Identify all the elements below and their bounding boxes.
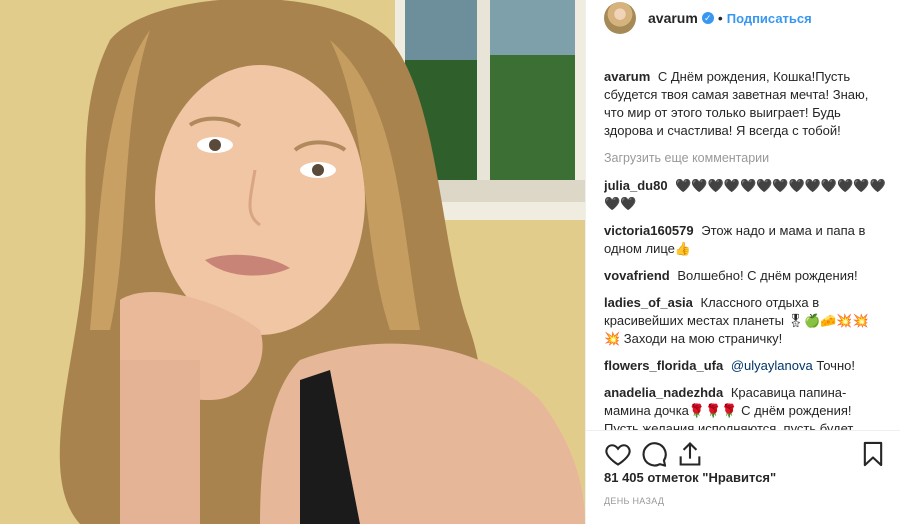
comment-username[interactable]: julia_du80 <box>604 178 668 193</box>
comment-item: flowers_florida_ufa @ulyaylanova Точно! <box>604 357 887 375</box>
share-icon[interactable] <box>676 440 704 468</box>
comment-text: Волшебно! С днём рождения! <box>677 268 858 283</box>
comment-username[interactable]: victoria160579 <box>604 223 694 238</box>
comment-item: anadelia_nadezhda Красавица папина-мамин… <box>604 384 887 430</box>
caption-username[interactable]: avarum <box>604 69 650 84</box>
caption: avarum С Днём рождения, Кошка!Пусть сбуд… <box>604 68 887 140</box>
likes-count[interactable]: 81 405 отметок "Нравится" <box>604 470 776 485</box>
comment-username[interactable]: ladies_of_asia <box>604 295 693 310</box>
comment-item: vovafriend Волшебно! С днём рождения! <box>604 267 887 285</box>
action-bar <box>604 438 889 470</box>
comment-username[interactable]: anadelia_nadezhda <box>604 385 723 400</box>
comment-text: Точно! <box>816 358 855 373</box>
header-username[interactable]: avarum <box>648 10 698 26</box>
post-photo[interactable] <box>0 0 585 524</box>
comment-item: ladies_of_asia Классного отдыха в красив… <box>604 294 887 348</box>
follow-button[interactable]: Подписаться <box>727 11 812 26</box>
actions-divider <box>586 430 900 431</box>
comment-mention-link[interactable]: @ulyaylanova <box>731 358 813 373</box>
post-sidebar: avarum ✓ • Подписаться avarum С Днём рож… <box>585 0 900 524</box>
verified-icon: ✓ <box>701 12 714 24</box>
comment-item: victoria160579 Этож надо и мама и папа в… <box>604 222 887 258</box>
comment-icon[interactable] <box>640 440 668 468</box>
separator-dot: • <box>717 10 723 26</box>
comment-username[interactable]: flowers_florida_ufa <box>604 358 723 373</box>
comment-username[interactable]: vovafriend <box>604 268 670 283</box>
heart-icon[interactable] <box>604 440 632 468</box>
post-header: avarum ✓ • Подписаться <box>586 0 900 36</box>
bookmark-icon[interactable] <box>859 440 887 468</box>
comment-item: julia_du80 🖤🖤🖤🖤🖤🖤🖤🖤🖤🖤🖤🖤🖤🖤🖤 <box>604 177 887 213</box>
avatar[interactable] <box>604 2 636 34</box>
comments-list[interactable]: avarum С Днём рождения, Кошка!Пусть сбуд… <box>604 68 887 430</box>
selfie-illustration <box>0 0 585 524</box>
instagram-post: avarum ✓ • Подписаться avarum С Днём рож… <box>0 0 900 524</box>
load-more-comments-button[interactable]: Загрузить еще комментарии <box>604 149 887 167</box>
post-timestamp: ДЕНЬ НАЗАД <box>604 496 665 506</box>
